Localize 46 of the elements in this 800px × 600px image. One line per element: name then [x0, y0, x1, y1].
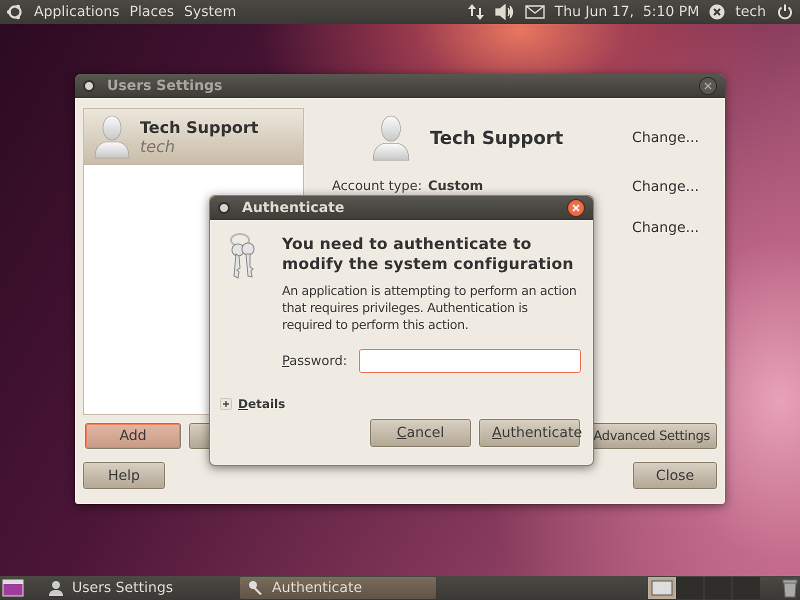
profile-name: Tech Support [430, 128, 564, 148]
change-button[interactable]: Change... [632, 178, 717, 194]
user-login: tech [140, 137, 176, 156]
key-icon [248, 580, 264, 596]
user-full-name: Tech Support [140, 118, 258, 137]
volume-icon[interactable] [494, 4, 515, 20]
ubuntu-logo-icon[interactable] [6, 3, 24, 21]
window-menu-icon[interactable] [218, 202, 230, 214]
window-title: Authenticate [242, 200, 344, 216]
user-status-icon[interactable] [709, 4, 726, 20]
taskbar-button[interactable]: Authenticate [240, 577, 436, 599]
avatar-icon [370, 114, 412, 162]
dialog-heading: You need to authenticate to modify the system configuration [282, 234, 575, 274]
users-icon [48, 580, 64, 596]
menu-item[interactable]: Applications [34, 4, 120, 20]
expand-icon[interactable] [220, 398, 232, 410]
menu-item[interactable]: Places [130, 4, 174, 20]
window-menu-icon[interactable] [83, 80, 95, 92]
add-button[interactable]: Add [85, 423, 181, 449]
setting-value: Custom [428, 179, 484, 194]
close-icon[interactable] [567, 199, 585, 217]
close-button[interactable]: Close [633, 462, 717, 489]
password-field[interactable] [359, 349, 581, 373]
user-list-item[interactable]: Tech Support tech [84, 109, 303, 165]
trash-icon[interactable] [782, 578, 798, 598]
dialog-message: An application is attempting to perform an action that requires privileges. Authentication is required to perform this action. [282, 282, 578, 333]
user-name[interactable]: tech [735, 4, 766, 20]
clock[interactable]: Thu Jun 17, 5:10 PM [554, 4, 700, 20]
close-icon[interactable] [699, 77, 717, 95]
avatar-icon [92, 115, 132, 159]
change-button[interactable]: Change... [632, 220, 717, 236]
show-desktop-icon[interactable] [2, 578, 24, 598]
password-label: Password: [282, 354, 348, 368]
dialog-button[interactable]: Cancel [370, 419, 471, 447]
taskbar-button[interactable]: Users Settings [40, 577, 236, 599]
change-button[interactable]: Change... [632, 130, 717, 146]
window-title: Users Settings [107, 78, 222, 94]
mail-icon[interactable] [524, 5, 545, 19]
dialog-button[interactable]: Authenticate [479, 419, 580, 447]
setting-label: Account type: [332, 179, 424, 194]
help-button[interactable]: Help [83, 462, 165, 489]
network-icon[interactable] [466, 3, 485, 21]
power-icon[interactable] [776, 3, 794, 21]
menu-item[interactable]: System [184, 4, 236, 20]
workspace-switcher[interactable] [648, 577, 760, 599]
details-expander[interactable]: Details [238, 397, 286, 411]
